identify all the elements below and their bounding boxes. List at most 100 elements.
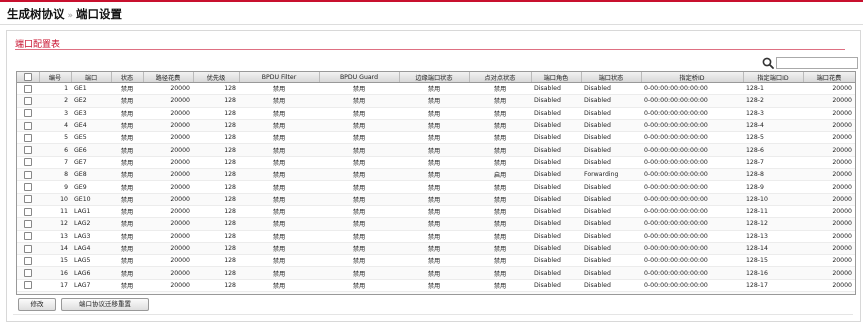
cell-port-role: Disabled — [531, 119, 581, 133]
table-row[interactable]: 12 LAG2 禁用 20000 128 禁用 禁用 禁用 禁用 Disabled Disabled… — [17, 217, 855, 231]
row-select-cell[interactable] — [17, 205, 39, 219]
row-checkbox[interactable] — [24, 256, 32, 265]
row-checkbox[interactable] — [24, 183, 32, 192]
cell-bpdu-guard: 禁用 — [319, 266, 399, 280]
cell-priority: 128 — [193, 82, 239, 96]
cell-designated-port: 128-5 — [743, 131, 803, 145]
row-checkbox[interactable] — [24, 195, 32, 204]
cell-priority: 128 — [193, 266, 239, 280]
cell-edge-port: 禁用 — [399, 242, 469, 256]
row-checkbox[interactable] — [24, 96, 32, 105]
column-header-path-cost[interactable]: 路径花费 — [143, 72, 194, 83]
row-checkbox[interactable] — [24, 293, 32, 294]
row-checkbox[interactable] — [24, 133, 32, 142]
row-select-cell[interactable] — [17, 230, 39, 243]
table-row[interactable]: 17 LAG7 禁用 20000 128 禁用 禁用 禁用 禁用 Disabled Disabled… — [17, 279, 855, 293]
cell-priority: 128 — [193, 168, 239, 182]
table-row[interactable]: 11 LAG1 禁用 20000 128 禁用 禁用 禁用 禁用 Disabled Disabled… — [17, 205, 855, 219]
row-checkbox[interactable] — [24, 158, 32, 167]
row-select-cell[interactable] — [17, 266, 39, 280]
cell-port-status: Disabled — [581, 180, 641, 194]
row-select-cell[interactable] — [17, 193, 39, 206]
cell-designated-port: 128-17 — [743, 279, 803, 293]
row-select-cell[interactable] — [17, 156, 39, 170]
cell-port-cost: 20000 — [803, 217, 855, 231]
cell-state: 禁用 — [111, 193, 143, 206]
row-checkbox[interactable] — [24, 232, 32, 241]
edit-button[interactable]: 修改 — [18, 298, 56, 311]
table-row[interactable]: 13 LAG3 禁用 20000 128 禁用 禁用 禁用 禁用 Disabled Disabled… — [17, 230, 855, 243]
row-select-cell[interactable] — [17, 131, 39, 145]
cell-p2p: 禁用 — [469, 193, 531, 206]
row-select-cell[interactable] — [17, 279, 39, 293]
table-row[interactable]: 14 LAG4 禁用 20000 128 禁用 禁用 禁用 禁用 Disabled Disabled… — [17, 242, 855, 256]
row-select-cell[interactable] — [17, 94, 39, 108]
select-all-checkbox[interactable] — [23, 73, 32, 81]
cell-p2p: 禁用 — [469, 230, 531, 243]
cell-port-status: Disabled — [581, 143, 641, 157]
column-header-designated-port[interactable]: 指定端口ID — [743, 72, 804, 83]
column-header-priority[interactable]: 优先级 — [193, 72, 240, 83]
cell-port-status: Disabled — [581, 217, 641, 231]
select-all-header[interactable] — [17, 72, 40, 83]
row-select-cell[interactable] — [17, 107, 39, 120]
cell-path-cost: 20000 — [143, 242, 193, 256]
breadcrumb-parent[interactable]: 生成树协议 — [7, 7, 65, 21]
cell-port: GE4 — [71, 119, 111, 133]
search-input[interactable] — [776, 57, 858, 69]
cell-port-cost: 20000 — [803, 131, 855, 145]
search-icon[interactable] — [762, 57, 774, 69]
row-checkbox[interactable] — [24, 109, 32, 118]
row-checkbox[interactable] — [24, 170, 32, 179]
row-select-cell[interactable] — [17, 291, 39, 294]
table-row[interactable]: 4 GE4 禁用 20000 128 禁用 禁用 禁用 禁用 Disabled Disabled 0-… — [17, 119, 855, 133]
row-select-cell[interactable] — [17, 119, 39, 133]
port-migration-reset-button[interactable]: 端口协议迁移重置 — [61, 298, 149, 311]
row-select-cell[interactable] — [17, 242, 39, 256]
column-header-state[interactable]: 状态 — [111, 72, 144, 83]
table-row[interactable]: 16 LAG6 禁用 20000 128 禁用 禁用 禁用 禁用 Disabled Disabled… — [17, 266, 855, 280]
row-select-cell[interactable] — [17, 143, 39, 157]
column-header-bpdu-guard[interactable]: BPDU Guard — [319, 72, 400, 83]
table-row[interactable]: 1 GE1 禁用 20000 128 禁用 禁用 禁用 禁用 Disabled Disabled 0-… — [17, 82, 855, 96]
row-checkbox[interactable] — [24, 244, 32, 253]
column-header-port[interactable]: 端口 — [71, 72, 112, 83]
column-header-no[interactable]: 编号 — [39, 72, 72, 83]
table-row[interactable]: 15 LAG5 禁用 20000 128 禁用 禁用 禁用 禁用 Disabled Disabled… — [17, 254, 855, 268]
cell-p2p: 禁用 — [469, 291, 531, 294]
table-row[interactable]: 3 GE3 禁用 20000 128 禁用 禁用 禁用 禁用 Disabled Disabled 0-… — [17, 107, 855, 120]
row-checkbox[interactable] — [24, 121, 32, 130]
cell-designated-bridge: 0-00:00:00:00:00:00 — [641, 156, 743, 170]
column-header-port-status[interactable]: 端口状态 — [581, 72, 642, 83]
table-row[interactable]: 2 GE2 禁用 20000 128 禁用 禁用 禁用 禁用 Disabled Disabled 0-… — [17, 94, 855, 108]
table-row[interactable]: 8 GE8 禁用 20000 128 禁用 禁用 禁用 启用 Disabled Forwarding… — [17, 168, 855, 182]
table-row[interactable]: 18LAG8禁用20000128禁用禁用禁用禁用DisabledDisabled… — [17, 291, 855, 294]
column-header-port-cost[interactable]: 端口花费 — [803, 72, 855, 83]
table-row[interactable]: 5 GE5 禁用 20000 128 禁用 禁用 禁用 禁用 Disabled Disabled 0-… — [17, 131, 855, 145]
table-row[interactable]: 6 GE6 禁用 20000 128 禁用 禁用 禁用 禁用 Disabled Disabled 0-… — [17, 143, 855, 157]
row-checkbox[interactable] — [24, 281, 32, 290]
cell-bpdu-guard: 禁用 — [319, 82, 399, 96]
row-select-cell[interactable] — [17, 180, 39, 194]
row-select-cell[interactable] — [17, 168, 39, 182]
column-header-edge-port[interactable]: 边缘端口状态 — [399, 72, 470, 83]
row-select-cell[interactable] — [17, 82, 39, 96]
column-header-port-role[interactable]: 端口角色 — [531, 72, 582, 83]
row-checkbox[interactable] — [24, 146, 32, 155]
table-row[interactable]: 10 GE10 禁用 20000 128 禁用 禁用 禁用 禁用 Disabled Disabled… — [17, 193, 855, 206]
row-checkbox[interactable] — [24, 219, 32, 228]
table-row[interactable]: 7 GE7 禁用 20000 128 禁用 禁用 禁用 禁用 Disabled Disabled 0-… — [17, 156, 855, 170]
row-checkbox[interactable] — [24, 84, 32, 93]
column-header-designated-bridge[interactable]: 指定桥ID — [641, 72, 744, 83]
cell-bpdu-filter: 禁用 — [239, 168, 319, 182]
cell-designated-port: 128-16 — [743, 266, 803, 280]
cell-designated-port: 128-13 — [743, 230, 803, 243]
table-row[interactable]: 9 GE9 禁用 20000 128 禁用 禁用 禁用 禁用 Disabled Disabled 0-… — [17, 180, 855, 194]
column-header-p2p[interactable]: 点对点状态 — [469, 72, 532, 83]
row-checkbox[interactable] — [24, 207, 32, 216]
cell-priority: 128 — [193, 193, 239, 206]
row-select-cell[interactable] — [17, 217, 39, 231]
row-select-cell[interactable] — [17, 254, 39, 268]
column-header-bpdu-filter[interactable]: BPDU Filter — [239, 72, 320, 83]
row-checkbox[interactable] — [24, 269, 32, 278]
